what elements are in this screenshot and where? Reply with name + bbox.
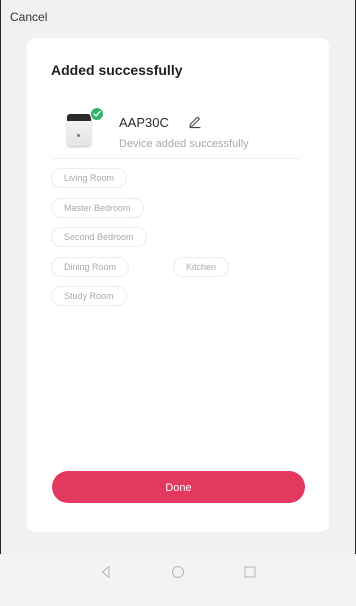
purifier-top — [67, 114, 91, 121]
edit-pencil-icon[interactable] — [187, 114, 203, 130]
room-chip-living-room[interactable]: Living Room — [51, 168, 128, 188]
system-nav-bar — [0, 554, 356, 606]
check-mark-icon — [93, 110, 101, 117]
back-triangle-icon[interactable] — [96, 562, 116, 582]
left-edge — [0, 0, 1, 554]
success-check-icon — [90, 107, 104, 121]
home-circle-icon[interactable] — [168, 562, 188, 582]
air-purifier-icon — [67, 114, 91, 146]
done-button[interactable]: Done — [52, 471, 305, 503]
recents-square-icon[interactable] — [240, 562, 260, 582]
room-chip-study-room[interactable]: Study Room — [51, 286, 127, 306]
device-status: Device added successfully — [119, 138, 249, 150]
success-card: Added successfully AAP30C Device added s… — [27, 38, 329, 532]
room-chip-kitchen[interactable]: Kitchen — [173, 257, 230, 277]
card-title: Added successfully — [51, 62, 183, 78]
room-chip-dining-room[interactable]: Dining Room — [51, 257, 130, 277]
device-row: AAP30C Device added successfully — [27, 102, 329, 162]
purifier-indicator — [77, 134, 80, 137]
divider — [51, 158, 301, 159]
device-name: AAP30C — [119, 115, 169, 130]
room-chip-second-bedroom[interactable]: Second Bedroom — [51, 227, 147, 247]
room-chip-master-bedroom[interactable]: Master Bedroom — [51, 198, 144, 218]
cancel-button[interactable]: Cancel — [10, 10, 47, 24]
